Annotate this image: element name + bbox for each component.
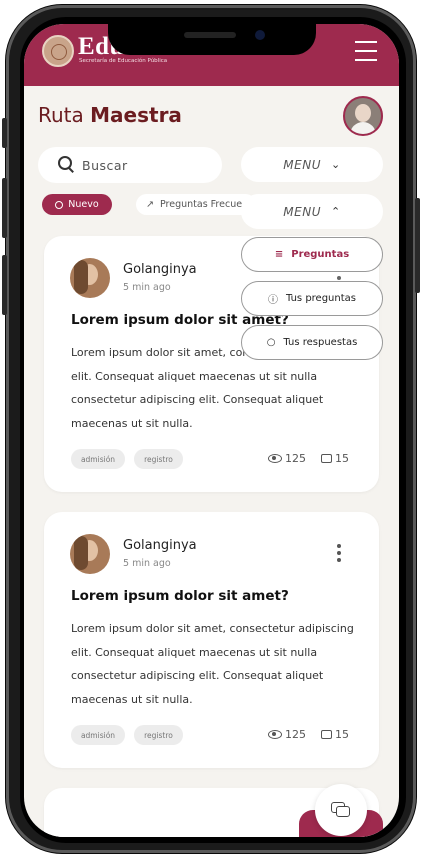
filter-faq[interactable]: ↗ Preguntas Frecue: [136, 194, 256, 215]
menu-button-expanded[interactable]: MENU ⌃: [241, 194, 383, 229]
logo-subtitle: Secretaría de Educación Pública: [79, 58, 168, 64]
menu-item-preguntas[interactable]: ≡ Preguntas: [241, 237, 383, 272]
filter-new[interactable]: Nuevo: [42, 194, 112, 215]
views-count: 125: [268, 728, 306, 741]
chat-icon: ○: [266, 337, 276, 348]
comment-icon: [321, 454, 332, 463]
author-name[interactable]: Golanginya: [123, 262, 197, 277]
post-time: 5 min ago: [123, 282, 171, 293]
views-value: 125: [285, 452, 306, 465]
page-title-bold: Maestra: [90, 103, 182, 127]
top-bar: Educación Secretaría de Educación Públic…: [24, 24, 399, 86]
post-card[interactable]: Golanginya 5 min ago Lorem ipsum dolor s…: [44, 512, 379, 768]
post-card[interactable]: Golanginya 5 min ago Lorem ipsum dolor s…: [44, 236, 379, 492]
filter-faq-label: Preguntas Frecue: [159, 199, 243, 210]
eye-icon: [268, 730, 282, 739]
arrow-up-right-icon: ↗: [146, 199, 154, 210]
app-screen: Educación Secretaría de Educación Públic…: [24, 24, 399, 837]
post-title[interactable]: Lorem ipsum dolor sit amet?: [71, 588, 289, 604]
list-icon: ≡: [274, 249, 284, 260]
phone-notch: [108, 24, 316, 55]
speaker: [184, 32, 236, 38]
search-input[interactable]: Buscar: [38, 147, 222, 183]
menu-item-label: Tus preguntas: [286, 293, 356, 304]
author-avatar[interactable]: [70, 258, 110, 298]
tag-chip[interactable]: registro: [134, 449, 183, 469]
filter-new-label: Nuevo: [68, 199, 99, 210]
menu-button-label: MENU: [283, 204, 321, 219]
menu-item-tus-respuestas[interactable]: ○ Tus respuestas: [241, 325, 383, 360]
separator-dot: [337, 276, 341, 280]
page-title-light: Ruta: [38, 103, 84, 127]
seal-logo-icon: [42, 35, 74, 67]
menu-item-label: Tus respuestas: [283, 337, 358, 348]
side-button-volume-down: [2, 255, 7, 315]
post-time: 5 min ago: [123, 558, 171, 569]
search-placeholder: Buscar: [82, 157, 128, 173]
chevron-down-icon: ⌄: [330, 158, 341, 171]
author-name[interactable]: Golanginya: [123, 538, 197, 553]
views-value: 125: [285, 728, 306, 741]
tag-chip[interactable]: registro: [134, 725, 183, 745]
camera: [255, 30, 265, 40]
views-count: 125: [268, 452, 306, 465]
page-title: Ruta Maestra: [38, 103, 182, 127]
post-body: Lorem ipsum dolor sit amet, consectetur …: [71, 622, 354, 706]
comments-value: 15: [335, 452, 349, 465]
user-avatar[interactable]: [343, 96, 383, 136]
chevron-up-icon: ⌃: [330, 205, 341, 218]
tag-chip[interactable]: admisión: [71, 449, 125, 469]
eye-icon: [268, 454, 282, 463]
chat-bubbles-icon: [331, 802, 351, 818]
tag-chip[interactable]: admisión: [71, 725, 125, 745]
menu-item-tus-preguntas[interactable]: ⓘ Tus preguntas: [241, 281, 383, 316]
comments-count[interactable]: 15: [321, 452, 349, 465]
comment-icon: [321, 730, 332, 739]
menu-button[interactable]: MENU ⌄: [241, 147, 383, 182]
clock-icon: [55, 200, 64, 209]
side-button-mute: [2, 118, 7, 148]
more-options-icon[interactable]: [337, 544, 341, 565]
author-avatar[interactable]: [70, 534, 110, 574]
side-button-power: [415, 198, 420, 293]
comments-value: 15: [335, 728, 349, 741]
hamburger-icon[interactable]: [355, 41, 377, 61]
chat-button[interactable]: [315, 784, 367, 836]
search-icon: [58, 156, 76, 174]
comments-count[interactable]: 15: [321, 728, 349, 741]
menu-button-label: MENU: [283, 157, 321, 172]
menu-item-label: Preguntas: [291, 249, 350, 260]
question-icon: ⓘ: [268, 295, 278, 306]
side-button-volume-up: [2, 178, 7, 238]
